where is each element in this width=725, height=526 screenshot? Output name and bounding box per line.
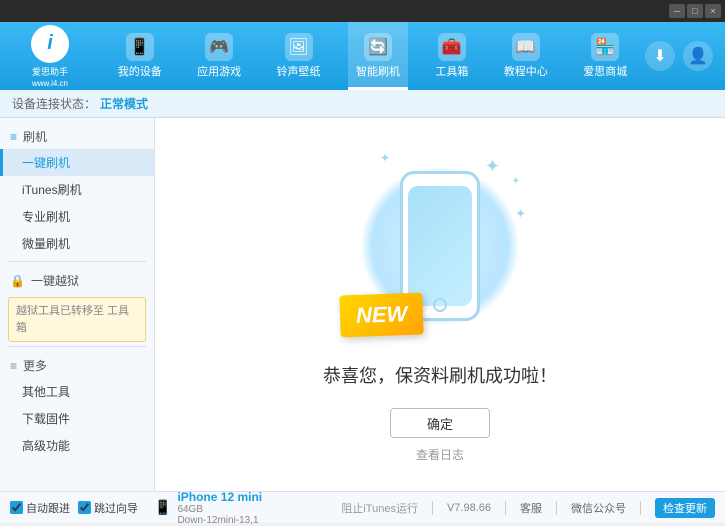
sidebar: ≡ 刷机 一键刷机 iTunes刷机 专业刷机 微量刷机 🔒 一键越狱 越狱工具…	[0, 118, 155, 491]
sparkle-3: ✦	[515, 206, 526, 222]
nav-label-smart-shop: 智能刷机	[356, 63, 400, 79]
separator-1	[432, 501, 433, 515]
device-details: iPhone 12 mini 64GB Down-12mini-13,1	[177, 490, 262, 526]
user-button[interactable]: 👤	[683, 41, 713, 71]
device-icon: 📱	[154, 499, 171, 516]
phone-screen	[408, 186, 472, 306]
jailbreak-section-label: 一键越狱	[31, 272, 79, 289]
sidebar-item-advanced[interactable]: 高级功能	[0, 432, 154, 459]
jailbreak-section-header: 🔒 一键越狱	[0, 266, 154, 293]
more-section-header: ≡ 更多	[0, 351, 154, 378]
customer-service-link[interactable]: 客服	[520, 500, 542, 516]
flash-section-icon: ≡	[10, 130, 17, 144]
sparkle-2: ✦	[512, 176, 520, 187]
nav-label-toolbox: 工具箱	[435, 63, 468, 79]
status-bar: 设备连接状态： 正常模式	[0, 90, 725, 118]
skip-wizard-label: 跳过向导	[94, 500, 138, 516]
store-icon: 🏪	[591, 33, 619, 61]
version-text: V7.98.66	[447, 502, 491, 514]
nav-item-apps[interactable]: 🎮 应用游戏	[189, 22, 249, 90]
bottom-bar: 自动跟进 跳过向导 📱 iPhone 12 mini 64GB Down-12m…	[0, 491, 725, 523]
separator-4	[640, 501, 641, 515]
stop-itunes-label[interactable]: 阻止iTunes运行	[341, 500, 418, 516]
sidebar-divider-1	[8, 261, 146, 262]
wechat-public-link[interactable]: 微信公众号	[571, 500, 626, 516]
status-label: 设备连接状态：	[12, 95, 96, 112]
jailbreak-warning-box: 越狱工具已转移至 工具箱	[8, 297, 146, 342]
apps-icon: 🎮	[205, 33, 233, 61]
nav-bar: 📱 我的设备 🎮 应用游戏 🖼 铃声壁纸 🔄 智能刷机 🧰 工具箱 📖 教程中心…	[100, 22, 645, 90]
logo-icon: i	[31, 25, 69, 63]
more-icon: ≡	[10, 359, 17, 373]
jailbreak-warning-text: 越狱工具已转移至 工具箱	[16, 305, 129, 334]
confirm-button[interactable]: 确定	[390, 408, 490, 438]
sparkle-1: ✦	[485, 156, 500, 177]
download-button[interactable]: ⬇	[645, 41, 675, 71]
sidebar-item-download-firmware[interactable]: 下载固件	[0, 405, 154, 432]
header: i 爱思助手www.i4.cn 📱 我的设备 🎮 应用游戏 🖼 铃声壁纸 🔄 智…	[0, 22, 725, 90]
nav-item-smart-shop[interactable]: 🔄 智能刷机	[348, 22, 408, 90]
sidebar-item-pro-flash[interactable]: 专业刷机	[0, 203, 154, 230]
device-storage: 64GB	[177, 504, 262, 515]
auto-follow-checkbox[interactable]: 自动跟进	[10, 500, 70, 516]
nav-label-store: 爱思商城	[583, 63, 627, 79]
skip-wizard-input[interactable]	[78, 501, 91, 514]
sidebar-item-itunes-flash[interactable]: iTunes刷机	[0, 176, 154, 203]
nav-item-store[interactable]: 🏪 爱思商城	[575, 22, 635, 90]
sparkle-4: ✦	[380, 151, 390, 165]
status-value: 正常模式	[100, 95, 148, 112]
device-version: Down-12mini-13,1	[177, 515, 262, 526]
bottom-right: 阻止iTunes运行 V7.98.66 客服 微信公众号 检查更新	[341, 498, 715, 518]
sidebar-item-other-tools[interactable]: 其他工具	[0, 378, 154, 405]
toolbox-icon: 🧰	[438, 33, 466, 61]
separator-3	[556, 501, 557, 515]
tutorial-icon: 📖	[512, 33, 540, 61]
device-name: iPhone 12 mini	[177, 490, 262, 504]
main-area: ≡ 刷机 一键刷机 iTunes刷机 专业刷机 微量刷机 🔒 一键越狱 越狱工具…	[0, 118, 725, 491]
nav-item-tutorial[interactable]: 📖 教程中心	[496, 22, 556, 90]
logo-area[interactable]: i 爱思助手www.i4.cn	[0, 22, 100, 90]
lock-icon: 🔒	[10, 274, 25, 288]
logo-text: 爱思助手www.i4.cn	[32, 65, 68, 88]
nav-item-toolbox[interactable]: 🧰 工具箱	[427, 22, 476, 90]
new-badge: NEW	[339, 293, 424, 338]
flash-section-header: ≡ 刷机	[0, 122, 154, 149]
flash-section-label: 刷机	[23, 128, 47, 145]
device-info: 📱 iPhone 12 mini 64GB Down-12mini-13,1	[154, 490, 262, 526]
phone-home-btn	[433, 298, 447, 312]
auto-follow-input[interactable]	[10, 501, 23, 514]
nav-item-ringtones[interactable]: 🖼 铃声壁纸	[269, 22, 329, 90]
bottom-left: 自动跟进 跳过向导 📱 iPhone 12 mini 64GB Down-12m…	[10, 490, 341, 526]
stop-itunes-text: 阻止iTunes运行	[341, 500, 418, 516]
center-content: NEW ✦ ✦ ✦ ✦ 恭喜您，保资料刷机成功啦！ 确定 查看日志	[155, 118, 725, 491]
more-section-label: 更多	[23, 357, 47, 374]
ringtones-icon: 🖼	[285, 33, 313, 61]
check-update-button[interactable]: 检查更新	[655, 498, 715, 518]
title-bar: ─ □ ×	[0, 0, 725, 22]
nav-label-tutorial: 教程中心	[504, 63, 548, 79]
nav-label-apps: 应用游戏	[197, 63, 241, 79]
auto-follow-label: 自动跟进	[26, 500, 70, 516]
illustration: NEW ✦ ✦ ✦ ✦	[350, 146, 530, 346]
nav-item-my-device[interactable]: 📱 我的设备	[110, 22, 170, 90]
smart-shop-icon: 🔄	[364, 33, 392, 61]
sidebar-item-micro-flash[interactable]: 微量刷机	[0, 230, 154, 257]
my-device-icon: 📱	[126, 33, 154, 61]
nav-label-my-device: 我的设备	[118, 63, 162, 79]
skip-wizard-checkbox[interactable]: 跳过向导	[78, 500, 138, 516]
back-today-link[interactable]: 查看日志	[416, 446, 464, 463]
sidebar-item-one-click-flash[interactable]: 一键刷机	[0, 149, 154, 176]
separator-2	[505, 501, 506, 515]
nav-label-ringtones: 铃声壁纸	[277, 63, 321, 79]
maximize-button[interactable]: □	[687, 4, 703, 18]
close-button[interactable]: ×	[705, 4, 721, 18]
success-message: 恭喜您，保资料刷机成功啦！	[323, 362, 557, 388]
minimize-button[interactable]: ─	[669, 4, 685, 18]
sidebar-divider-2	[8, 346, 146, 347]
header-actions: ⬇ 👤	[645, 41, 725, 71]
